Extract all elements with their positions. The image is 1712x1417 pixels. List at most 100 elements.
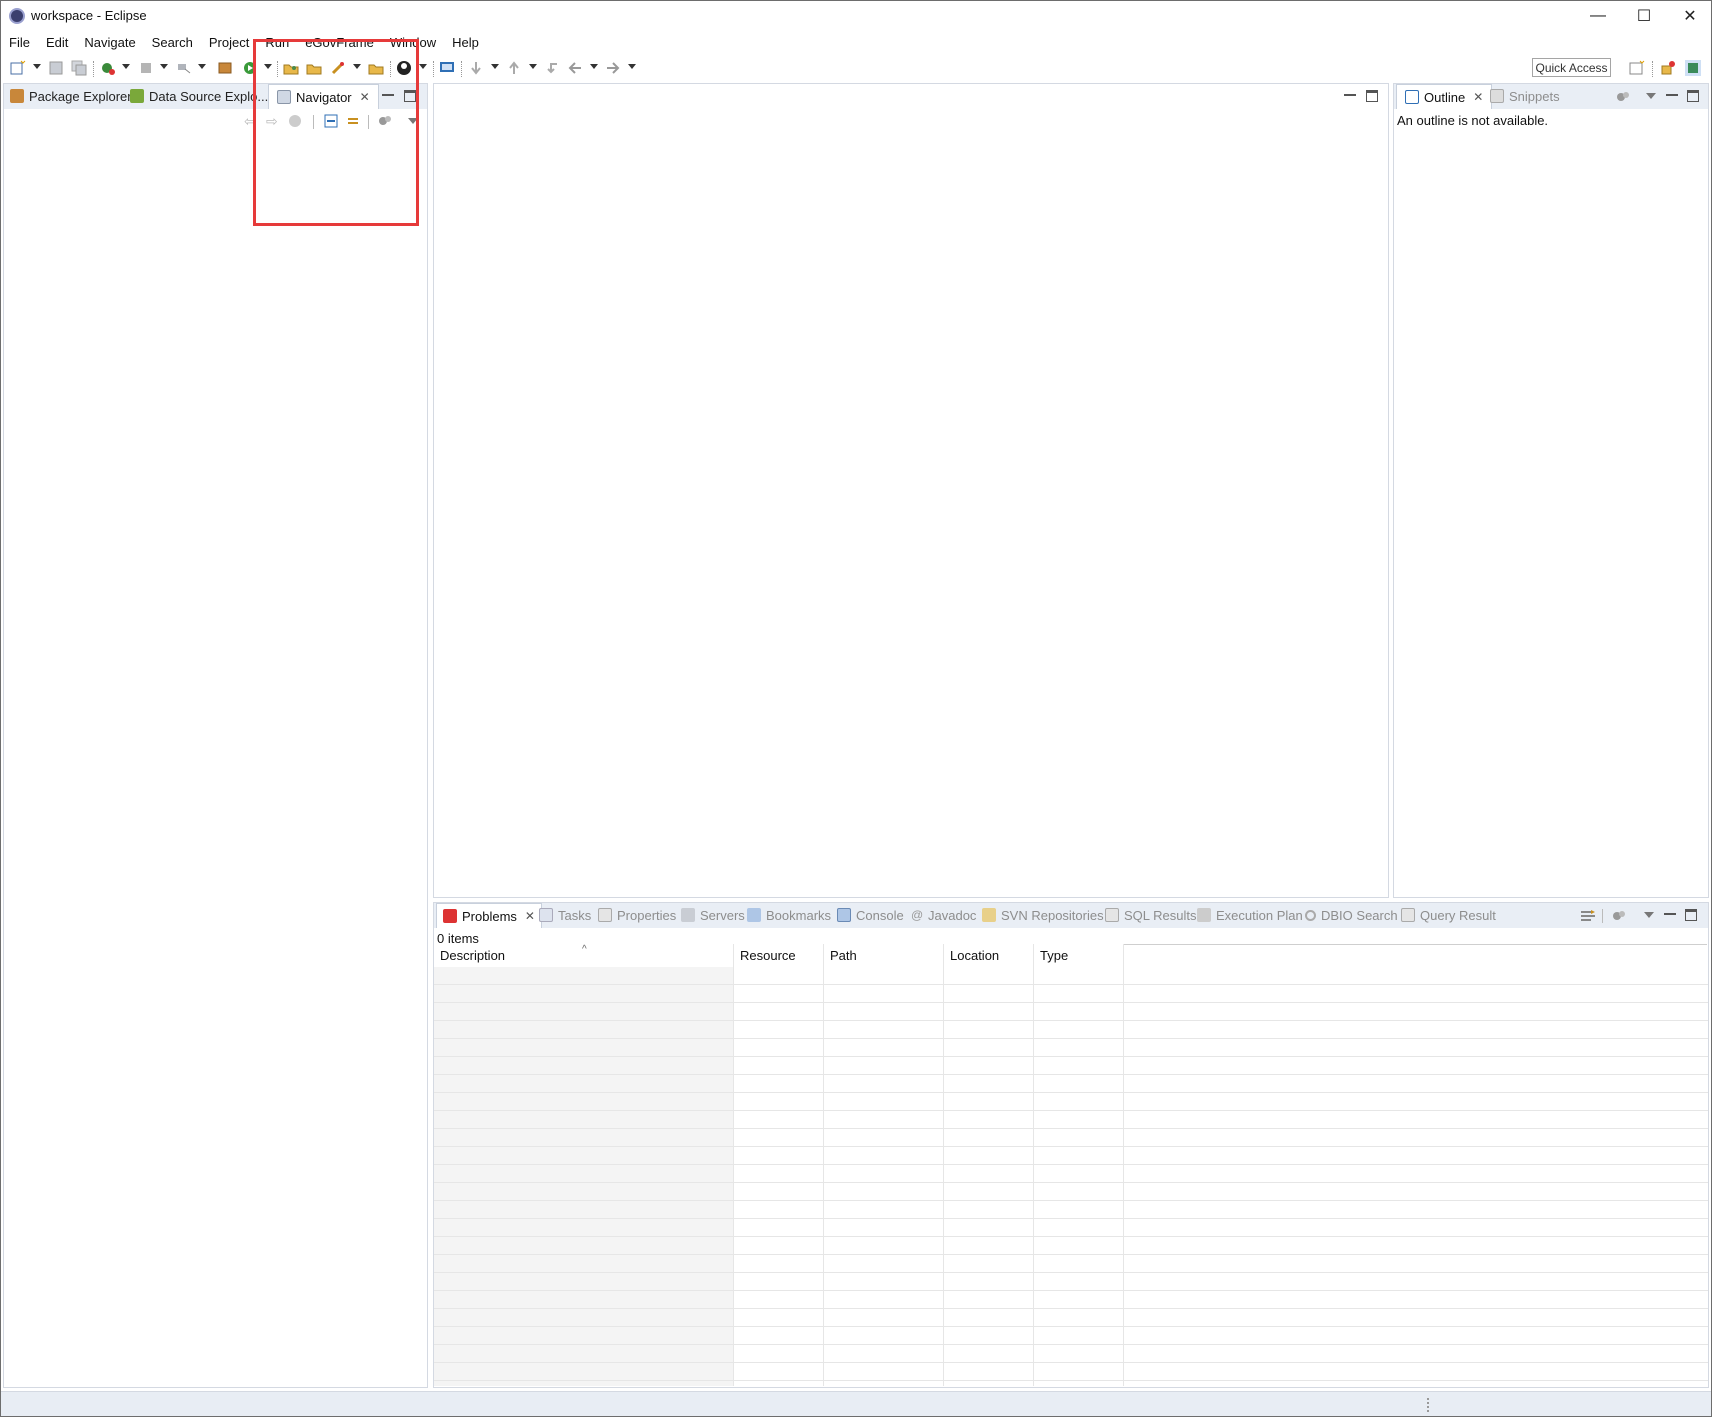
open-perspective-icon[interactable] [1628,59,1646,77]
menu-navigate[interactable]: Navigate [84,35,135,50]
column-header-location[interactable]: Location [944,944,1034,967]
external-tools-icon[interactable] [175,59,193,77]
close-button[interactable]: ✕ [1667,1,1712,31]
tasks-icon [539,908,553,922]
editor-header [434,84,1388,108]
table-row [434,1003,1708,1021]
next-annotation-icon[interactable] [467,59,485,77]
problems-table[interactable]: Description ^ Resource Path Location Typ… [434,944,1708,1386]
tab-console[interactable]: Console [837,903,904,927]
chevron-down-icon[interactable] [419,64,427,69]
view-menu-icon[interactable] [1646,93,1656,99]
menu-project[interactable]: Project [209,35,249,50]
debug-icon[interactable] [99,59,117,77]
new-wizard-icon[interactable] [9,59,27,77]
minimize-view-icon[interactable] [1664,909,1676,915]
stop-icon[interactable] [137,59,155,77]
chevron-down-icon[interactable] [160,64,168,69]
outline-icon [1405,90,1419,104]
close-icon[interactable]: ✕ [1473,90,1483,104]
chevron-down-icon[interactable] [590,64,598,69]
editor-area [433,83,1389,898]
tab-dbio-search[interactable]: DBIO Search [1305,903,1398,927]
status-bar-handle[interactable] [1427,1398,1429,1412]
table-row [434,1057,1708,1075]
column-header-resource[interactable]: Resource [734,944,824,967]
view-menu-icon[interactable] [1644,912,1654,918]
query-result-icon [1401,908,1415,922]
table-row [434,1093,1708,1111]
minimize-view-icon[interactable] [1666,90,1678,96]
back-icon[interactable] [566,59,584,77]
save-icon[interactable] [47,59,65,77]
table-row [434,1165,1708,1183]
column-header-type[interactable]: Type [1034,944,1124,967]
toolbar-separator [1652,61,1653,77]
monitor-icon[interactable] [438,59,456,77]
minimize-editor-icon[interactable] [1344,90,1356,96]
properties-icon [598,908,612,922]
chevron-down-icon[interactable] [33,64,41,69]
chevron-down-icon[interactable] [529,64,537,69]
table-row [434,1255,1708,1273]
forward-icon[interactable] [604,59,622,77]
table-row [434,1021,1708,1039]
tab-outline[interactable]: Outline ✕ [1396,84,1493,109]
filters-icon[interactable] [1580,908,1596,924]
tab-snippets[interactable]: Snippets [1490,84,1560,108]
menu-file[interactable]: File [9,35,30,50]
toolbar-separator [461,61,462,77]
maximize-view-icon[interactable] [1687,90,1699,102]
previous-annotation-icon[interactable] [505,59,523,77]
eclipse-app-icon [9,8,25,24]
chevron-down-icon[interactable] [491,64,499,69]
menu-edit[interactable]: Edit [46,35,68,50]
table-row [434,1291,1708,1309]
tab-problems[interactable]: Problems ✕ [436,903,542,928]
javadoc-icon: @ [911,908,924,922]
maximize-editor-icon[interactable] [1366,90,1378,102]
column-header-path[interactable]: Path [824,944,944,967]
maximize-view-icon[interactable] [1685,909,1697,921]
data-source-icon [130,89,144,103]
tab-bookmarks[interactable]: Bookmarks [747,903,831,927]
menu-search[interactable]: Search [152,35,193,50]
close-icon[interactable]: ✕ [525,909,535,923]
tab-sql-results[interactable]: SQL Results [1105,903,1197,927]
chevron-down-icon[interactable] [122,64,130,69]
outline-message: An outline is not available. [1397,113,1549,128]
outline-panel: Outline ✕ Snippets An outline is not ava… [1393,83,1709,898]
tab-query-result[interactable]: Query Result [1401,903,1496,927]
tab-svn-repositories[interactable]: SVN Repositories [982,903,1104,927]
navigator-panel: Package Explorer Data Source Explo... Na… [3,83,428,1388]
java-ee-perspective-icon[interactable] [1659,59,1677,77]
focus-active-task-icon[interactable] [1612,909,1626,923]
quick-access-input[interactable]: Quick Access [1532,58,1611,77]
tab-javadoc[interactable]: @ Javadoc [911,903,976,927]
tab-tasks[interactable]: Tasks [539,903,591,927]
tab-package-explorer[interactable]: Package Explorer [10,84,132,108]
chevron-down-icon[interactable] [198,64,206,69]
new-package-icon[interactable] [216,59,234,77]
sort-ascending-icon: ^ [582,944,587,955]
table-row [434,1327,1708,1345]
minimize-button[interactable]: — [1575,1,1621,31]
maximize-button[interactable]: ☐ [1621,1,1667,31]
table-row [434,985,1708,1003]
last-edit-location-icon[interactable] [543,59,561,77]
highlight-box [253,39,419,226]
sql-results-icon [1105,908,1119,922]
table-row [434,1273,1708,1291]
tab-servers[interactable]: Servers [681,903,745,927]
chevron-down-icon[interactable] [628,64,636,69]
package-explorer-icon [10,89,24,103]
egov-perspective-icon[interactable] [1684,59,1702,77]
svn-icon [982,908,996,922]
menu-help[interactable]: Help [452,35,479,50]
tab-data-source-explorer[interactable]: Data Source Explo... [130,84,268,108]
save-all-icon[interactable] [70,59,88,77]
focus-active-task-icon[interactable] [1616,90,1630,104]
tab-execution-plan[interactable]: Execution Plan [1197,903,1303,927]
problems-icon [443,909,457,923]
tab-properties[interactable]: Properties [598,903,676,927]
